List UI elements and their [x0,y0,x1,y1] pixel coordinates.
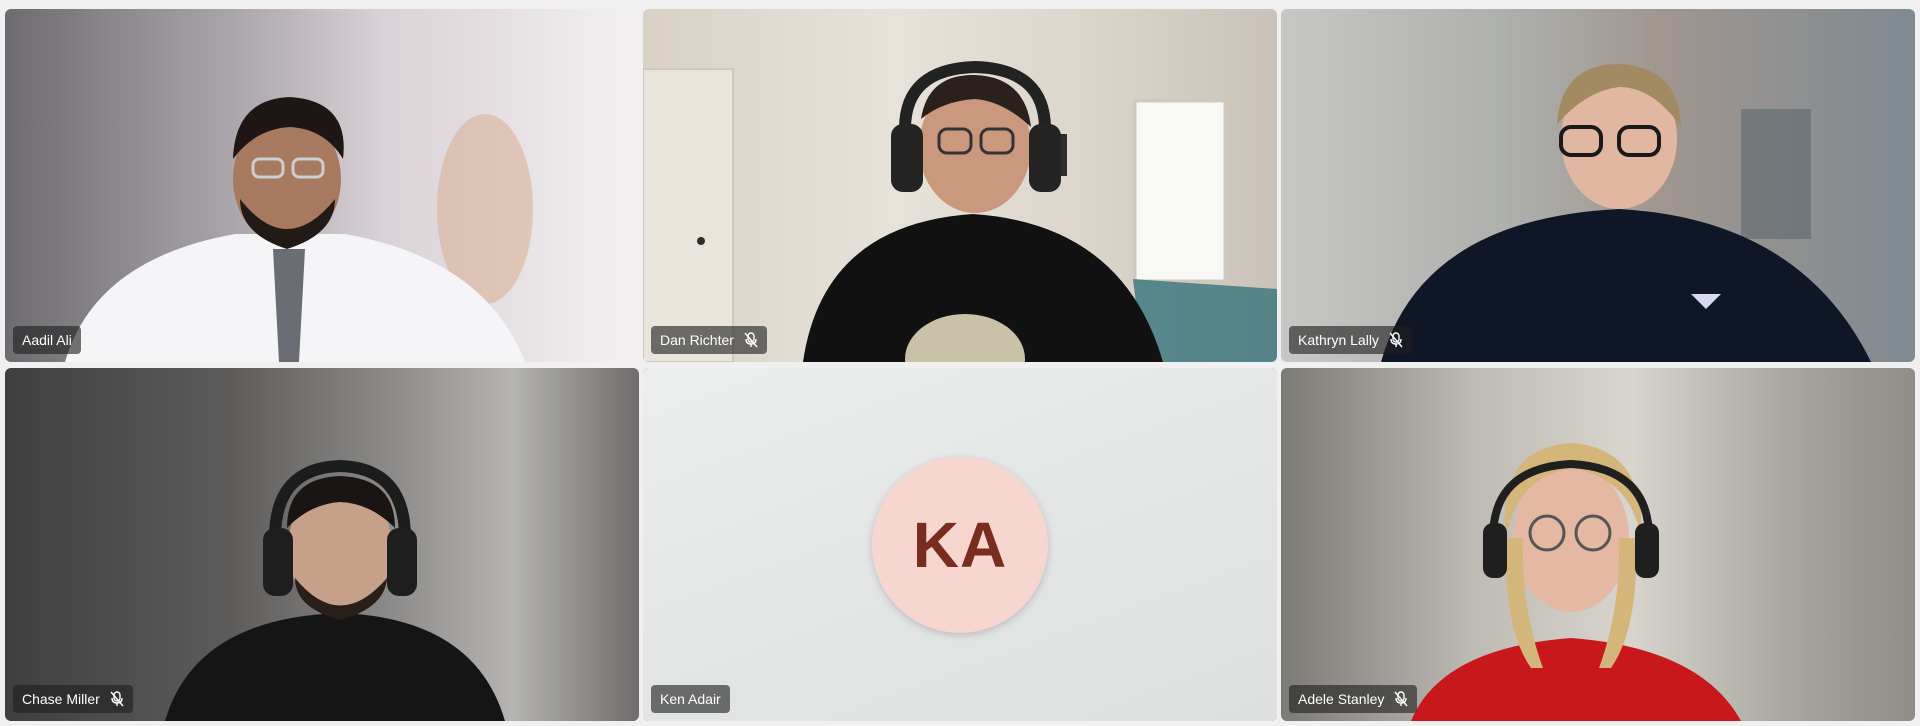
avatar: KA [872,456,1048,633]
video-tile-chase-miller[interactable]: Chase Miller [5,368,639,721]
participant-name: Chase Miller [22,691,100,707]
participant-nametag: Aadil Ali [13,326,81,354]
mic-off-icon [1394,691,1408,707]
video-grid: Aadil Ali Dan Richter Kathryn Lally Chas… [5,9,1915,723]
participant-name: Kathryn Lally [1298,332,1379,348]
participant-video-figure [1381,64,1871,362]
participant-video-figure [643,60,1277,362]
mic-off-icon [110,691,124,707]
participant-nametag: Adele Stanley [1289,685,1418,713]
participant-nametag: Ken Adair [651,685,730,713]
video-tile-ken-adair[interactable]: KA Ken Adair [643,368,1277,721]
avatar-initials: KA [912,508,1008,581]
participant-name: Aadil Ali [22,332,72,348]
video-tile-adele-stanley[interactable]: Adele Stanley [1281,368,1915,721]
participant-nametag: Dan Richter [651,326,767,354]
participant-video-figure [65,97,533,362]
participant-video-figure [1411,443,1741,721]
participant-nametag: Kathryn Lally [1289,326,1412,354]
video-tile-dan-richter[interactable]: Dan Richter [643,9,1277,362]
mic-off-icon [1389,332,1403,348]
participant-video-figure [165,459,505,721]
participant-name: Dan Richter [660,332,734,348]
participant-nametag: Chase Miller [13,685,133,713]
video-tile-kathryn-lally[interactable]: Kathryn Lally [1281,9,1915,362]
mic-off-icon [744,332,758,348]
participant-name: Adele Stanley [1298,691,1385,707]
video-tile-aadil-ali[interactable]: Aadil Ali [5,9,639,362]
participant-name: Ken Adair [660,691,721,707]
